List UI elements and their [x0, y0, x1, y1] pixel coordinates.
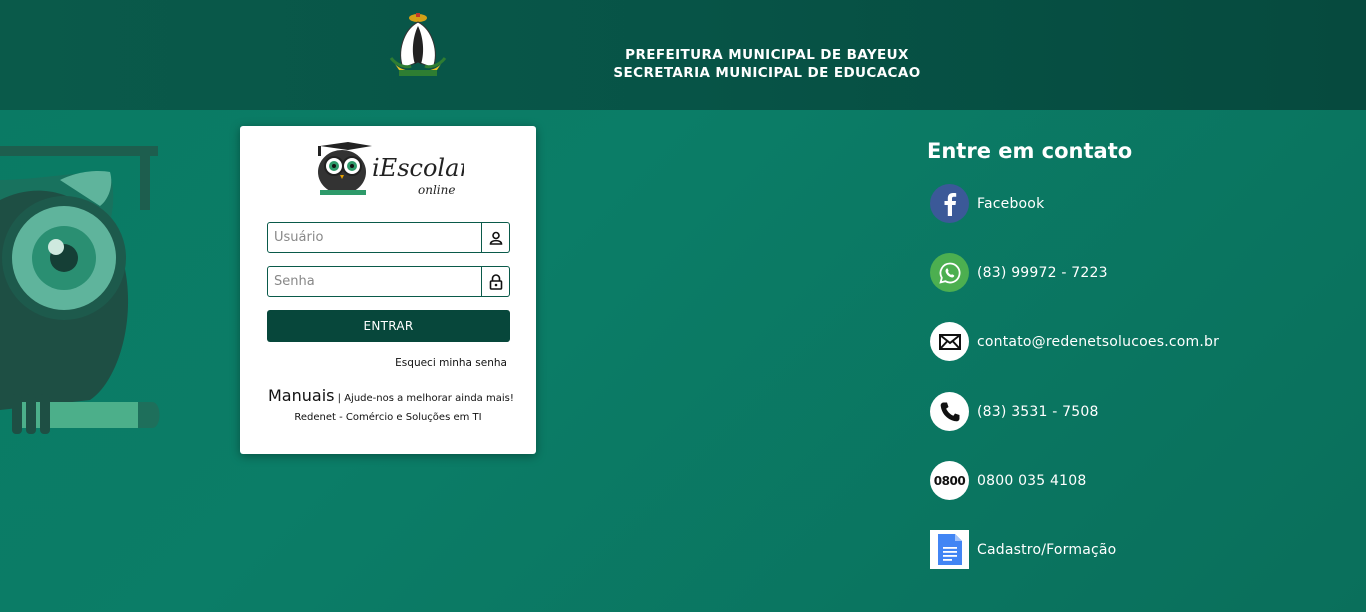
manuals-link[interactable]: Manuais: [268, 386, 334, 405]
header-bar: PREFEITURA MUNICIPAL DE BAYEUX SECRETARI…: [0, 0, 1366, 110]
company-credit: Redenet - Comércio e Soluções em TI: [294, 412, 482, 423]
logo-brand-text: iEscolar: [372, 154, 464, 182]
password-input[interactable]: [268, 267, 481, 296]
login-button[interactable]: ENTRAR: [267, 310, 510, 342]
org-line-1: PREFEITURA MUNICIPAL DE BAYEUX: [625, 47, 909, 63]
0800-icon: 0800: [930, 461, 969, 500]
whatsapp-icon: [930, 253, 969, 292]
contact-whatsapp[interactable]: (83) 99972 - 7223: [930, 253, 1108, 292]
owl-illustration: [0, 146, 160, 434]
password-field: [267, 266, 510, 297]
contact-label: (83) 3531 - 7508: [977, 403, 1099, 420]
logo-sub-text: online: [418, 183, 455, 197]
facebook-icon: [930, 184, 969, 223]
phone-icon: [930, 392, 969, 431]
contact-0800[interactable]: 0800 0800 035 4108: [930, 461, 1086, 500]
contact-facebook[interactable]: Facebook: [930, 184, 1044, 223]
manuals-row: Manuais | Ajude-nos a melhorar ainda mai…: [268, 386, 514, 405]
iescolar-logo: iEscolar online: [318, 142, 464, 197]
contact-title: Entre em contato: [927, 139, 1133, 163]
contact-cadastro[interactable]: Cadastro/Formação: [930, 530, 1116, 569]
city-crest-logo: [389, 13, 447, 76]
mail-icon: [930, 322, 969, 361]
google-docs-icon: [930, 530, 969, 569]
forgot-password-link[interactable]: Esqueci minha senha: [395, 357, 507, 369]
org-line-2: SECRETARIA MUNICIPAL DE EDUCACAO: [613, 65, 921, 81]
login-card: iEscolar online ENTRAR Esqueci minha sen…: [240, 126, 536, 454]
contact-label: contato@redenetsolucoes.com.br: [977, 333, 1220, 350]
organization-name: PREFEITURA MUNICIPAL DE BAYEUX SECRETARI…: [567, 46, 967, 82]
manuals-tagline: | Ajude-nos a melhorar ainda mais!: [337, 393, 514, 404]
username-field: [267, 222, 510, 253]
0800-badge-text: 0800: [933, 473, 966, 488]
lock-icon: [481, 267, 509, 296]
contact-label: Facebook: [977, 195, 1045, 212]
contact-label: 0800 035 4108: [977, 472, 1087, 489]
contact-label: Cadastro/Formação: [977, 541, 1117, 558]
person-icon: [481, 223, 509, 252]
contact-phone[interactable]: (83) 3531 - 7508: [930, 392, 1099, 431]
username-input[interactable]: [268, 223, 481, 252]
contact-email[interactable]: contato@redenetsolucoes.com.br: [930, 322, 1219, 361]
contact-label: (83) 99972 - 7223: [977, 264, 1108, 281]
